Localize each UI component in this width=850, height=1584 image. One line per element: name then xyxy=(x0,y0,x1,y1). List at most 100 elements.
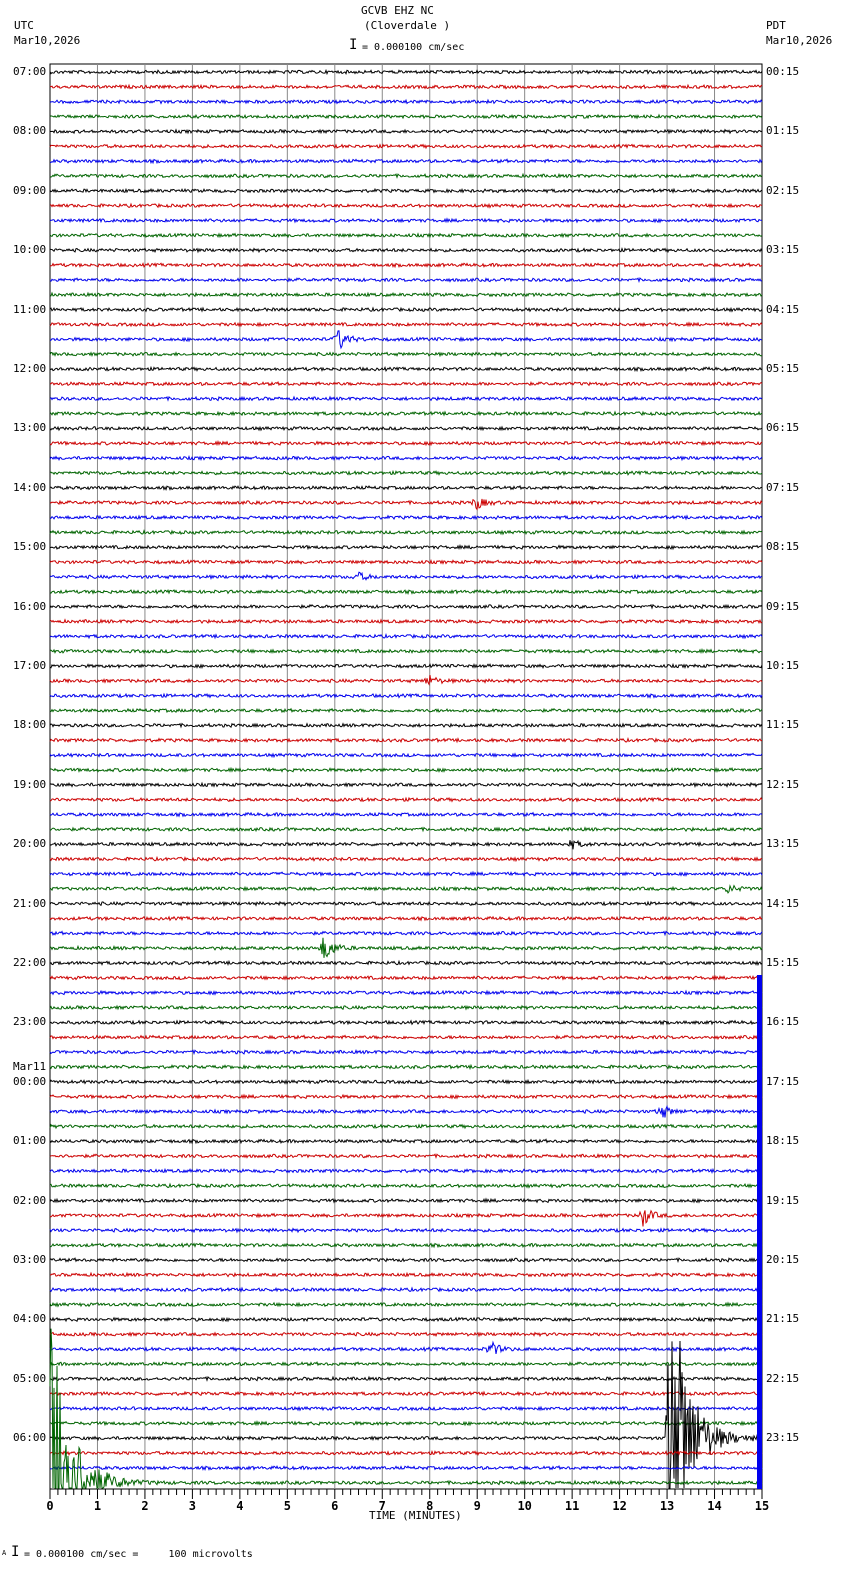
utc-hour-label: 21:00 xyxy=(13,896,47,910)
trace-0 xyxy=(49,68,763,76)
right-date: Mar10,2026 xyxy=(766,34,833,47)
trace-33 xyxy=(49,558,763,565)
utc-hour-label: 12:00 xyxy=(13,362,47,375)
trace-54 xyxy=(49,870,763,877)
trace-94 xyxy=(49,1465,763,1472)
x-tick-label: 11 xyxy=(565,1499,579,1513)
pdt-hour-label: 20:15 xyxy=(766,1253,800,1266)
trace-87 xyxy=(49,1361,763,1367)
x-tick-label: 12 xyxy=(612,1499,626,1513)
trace-47 xyxy=(49,766,763,774)
trace-48 xyxy=(49,781,763,788)
x-tick-label: 15 xyxy=(755,1499,769,1513)
x-tick-label: 13 xyxy=(660,1499,674,1513)
saturated-trace-band xyxy=(757,975,762,1489)
trace-14 xyxy=(49,277,763,283)
date-change-label: Mar11 xyxy=(13,1059,47,1073)
utc-hour-label: 16:00 xyxy=(13,599,47,613)
trace-58 xyxy=(49,930,763,937)
x-tick-label: 1 xyxy=(94,1499,101,1513)
trace-30 xyxy=(49,514,763,521)
trace-90 xyxy=(49,1405,763,1412)
trace-25 xyxy=(49,440,763,447)
trace-39 xyxy=(49,647,763,655)
trace-10 xyxy=(49,217,763,224)
trace-11 xyxy=(49,232,763,239)
pdt-hour-label: 07:15 xyxy=(766,480,800,494)
station-title: GCVB EHZ NC xyxy=(361,4,434,17)
footer-scale-text: = 0.000100 cm/sec = 100 microvolts xyxy=(24,1549,253,1560)
x-tick-label: 5 xyxy=(284,1499,291,1513)
pdt-hour-label: 11:15 xyxy=(766,718,800,732)
scale-bar-icon: I xyxy=(349,37,358,53)
trace-51 xyxy=(49,826,763,833)
trace-72 xyxy=(49,1138,763,1145)
pdt-hour-label: 08:15 xyxy=(766,540,800,554)
trace-81 xyxy=(49,1271,763,1278)
trace-7 xyxy=(49,172,763,179)
trace-26 xyxy=(49,454,763,462)
seismogram-plot: 0 1 2 3 4 5 6 7 8 9 10 11 12 13 14 15 xyxy=(46,63,769,1513)
trace-2 xyxy=(49,98,763,105)
trace-37 xyxy=(49,618,763,625)
trace-68 xyxy=(49,1078,763,1085)
x-tick-label: 9 xyxy=(474,1499,481,1513)
utc-hour-label: 06:00 xyxy=(13,1431,47,1445)
trace-4 xyxy=(49,128,763,135)
trace-95 xyxy=(49,1328,763,1489)
pdt-hour-label: 13:15 xyxy=(766,837,800,851)
pdt-hour-label: 21:15 xyxy=(766,1312,800,1326)
trace-75 xyxy=(49,1182,763,1189)
trace-42 xyxy=(49,692,763,699)
trace-50 xyxy=(49,811,763,818)
trace-66 xyxy=(49,1048,763,1056)
utc-hour-label: 08:00 xyxy=(13,124,47,138)
utc-hour-label: 14:00 xyxy=(13,480,47,494)
trace-52 xyxy=(49,839,763,850)
x-axis-label: TIME (MINUTES) xyxy=(369,1509,462,1522)
trace-5 xyxy=(49,143,763,150)
trace-80 xyxy=(49,1257,763,1264)
x-tick-label: 2 xyxy=(141,1499,148,1513)
trace-78 xyxy=(49,1227,763,1234)
pdt-hour-label: 23:15 xyxy=(766,1431,800,1445)
trace-83 xyxy=(49,1301,763,1308)
pdt-hour-label: 18:15 xyxy=(766,1134,800,1148)
trace-82 xyxy=(49,1286,763,1293)
left-date: Mar10,2026 xyxy=(14,34,81,47)
pdt-hour-label: 22:15 xyxy=(766,1371,800,1385)
utc-hour-label: 17:00 xyxy=(13,659,47,672)
trace-8 xyxy=(49,187,763,194)
trace-85 xyxy=(49,1331,763,1338)
trace-77 xyxy=(49,1209,763,1227)
trace-23 xyxy=(49,410,763,417)
pdt-hour-label: 06:15 xyxy=(766,421,800,435)
trace-69 xyxy=(49,1093,763,1100)
trace-60 xyxy=(49,959,763,967)
trace-55 xyxy=(49,884,763,894)
utc-hour-label: 09:00 xyxy=(13,183,47,197)
trace-64 xyxy=(49,1019,763,1026)
utc-hour-label: 00:00 xyxy=(13,1074,47,1088)
trace-62 xyxy=(49,989,763,996)
x-tick-label: 3 xyxy=(189,1499,196,1513)
pdt-hour-label: 09:15 xyxy=(766,599,800,613)
trace-91 xyxy=(49,1420,763,1427)
trace-24 xyxy=(49,425,763,432)
trace-61 xyxy=(49,974,763,981)
utc-hour-label: 11:00 xyxy=(13,302,47,316)
trace-16 xyxy=(49,306,763,313)
trace-22 xyxy=(49,395,763,402)
footer-marker: A xyxy=(2,1549,7,1557)
trace-17 xyxy=(49,321,763,328)
trace-34 xyxy=(49,571,763,581)
pdt-hour-label: 17:15 xyxy=(766,1074,800,1088)
footer-scale-bar-icon: I xyxy=(11,1544,20,1560)
trace-1 xyxy=(49,83,763,90)
trace-18 xyxy=(49,330,763,350)
trace-3 xyxy=(49,113,763,120)
pdt-hour-label: 03:15 xyxy=(766,243,800,257)
left-timezone: UTC xyxy=(14,19,34,32)
trace-76 xyxy=(49,1197,763,1204)
trace-67 xyxy=(49,1063,763,1071)
